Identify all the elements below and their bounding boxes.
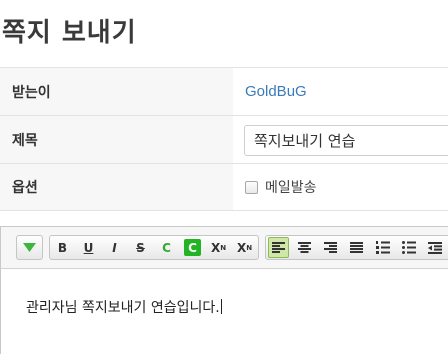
align-right-button[interactable] <box>320 237 341 258</box>
align-left-icon <box>272 242 285 253</box>
superscript-base: X <box>210 240 221 255</box>
page-title: 쪽지 보내기 <box>2 18 137 48</box>
italic-button[interactable]: I <box>104 237 125 258</box>
editor-toolbar: B U I S C C XN XN <box>1 227 448 269</box>
text-caret <box>220 299 222 314</box>
background-color-button[interactable]: C <box>182 237 203 258</box>
unordered-list-button[interactable] <box>398 237 419 258</box>
editor-content: 관리자님 쪽지보내기 연습입니다. <box>26 297 222 317</box>
align-justify-icon <box>350 242 363 253</box>
font-color-button[interactable]: C <box>156 237 177 258</box>
bold-button[interactable]: B <box>52 237 73 258</box>
subject-label: 제목 <box>0 116 233 163</box>
subject-row: 제목 <box>0 115 448 163</box>
message-form: 받는이 GoldBuG 제목 옵션 메일발송 <box>0 67 448 211</box>
recipient-row: 받는이 GoldBuG <box>0 67 448 115</box>
options-row: 옵션 메일발송 <box>0 163 448 211</box>
subscript-base: X <box>236 240 247 255</box>
recipient-label: 받는이 <box>0 68 233 115</box>
align-center-button[interactable] <box>294 237 315 258</box>
toolbar-format-group: B U I S C C XN XN <box>49 235 259 260</box>
underline-button[interactable]: U <box>78 237 99 258</box>
superscript-button[interactable]: XN <box>208 237 229 258</box>
ordered-list-button[interactable] <box>372 237 393 258</box>
align-left-button[interactable] <box>268 237 289 258</box>
recipient-link[interactable]: GoldBuG <box>245 83 307 100</box>
email-send-option[interactable]: 메일발송 <box>245 177 317 197</box>
editor-content-area[interactable]: 관리자님 쪽지보내기 연습입니다. <box>1 270 448 354</box>
outdent-icon <box>427 241 442 254</box>
email-send-checkbox[interactable] <box>245 180 258 194</box>
subscript-mark: N <box>246 243 253 252</box>
bullet-list-icon <box>401 241 416 254</box>
numbered-list-icon <box>375 241 390 254</box>
recipient-value-cell: GoldBuG <box>233 68 448 115</box>
options-label: 옵션 <box>0 164 233 210</box>
superscript-mark: N <box>220 243 227 252</box>
align-center-icon <box>298 242 311 253</box>
email-send-label: 메일발송 <box>265 180 317 196</box>
options-value-cell: 메일발송 <box>233 164 448 210</box>
triangle-down-icon <box>23 243 36 252</box>
subject-input[interactable] <box>244 125 448 156</box>
subscript-button[interactable]: XN <box>234 237 255 258</box>
toolbar-align-group <box>265 235 448 260</box>
rich-text-editor: B U I S C C XN XN 관리자님 쪽지보내기 연습입니다. <box>0 226 448 354</box>
strikethrough-button[interactable]: S <box>130 237 151 258</box>
align-justify-button[interactable] <box>346 237 367 258</box>
subject-value-cell <box>233 116 448 163</box>
toolbar-dropdown-button[interactable] <box>19 237 40 258</box>
outdent-button[interactable] <box>424 237 445 258</box>
bg-color-label: C <box>184 239 201 256</box>
align-right-icon <box>324 242 337 253</box>
toolbar-menu-group <box>16 235 43 260</box>
editor-content-text: 관리자님 쪽지보내기 연습입니다. <box>26 300 220 316</box>
